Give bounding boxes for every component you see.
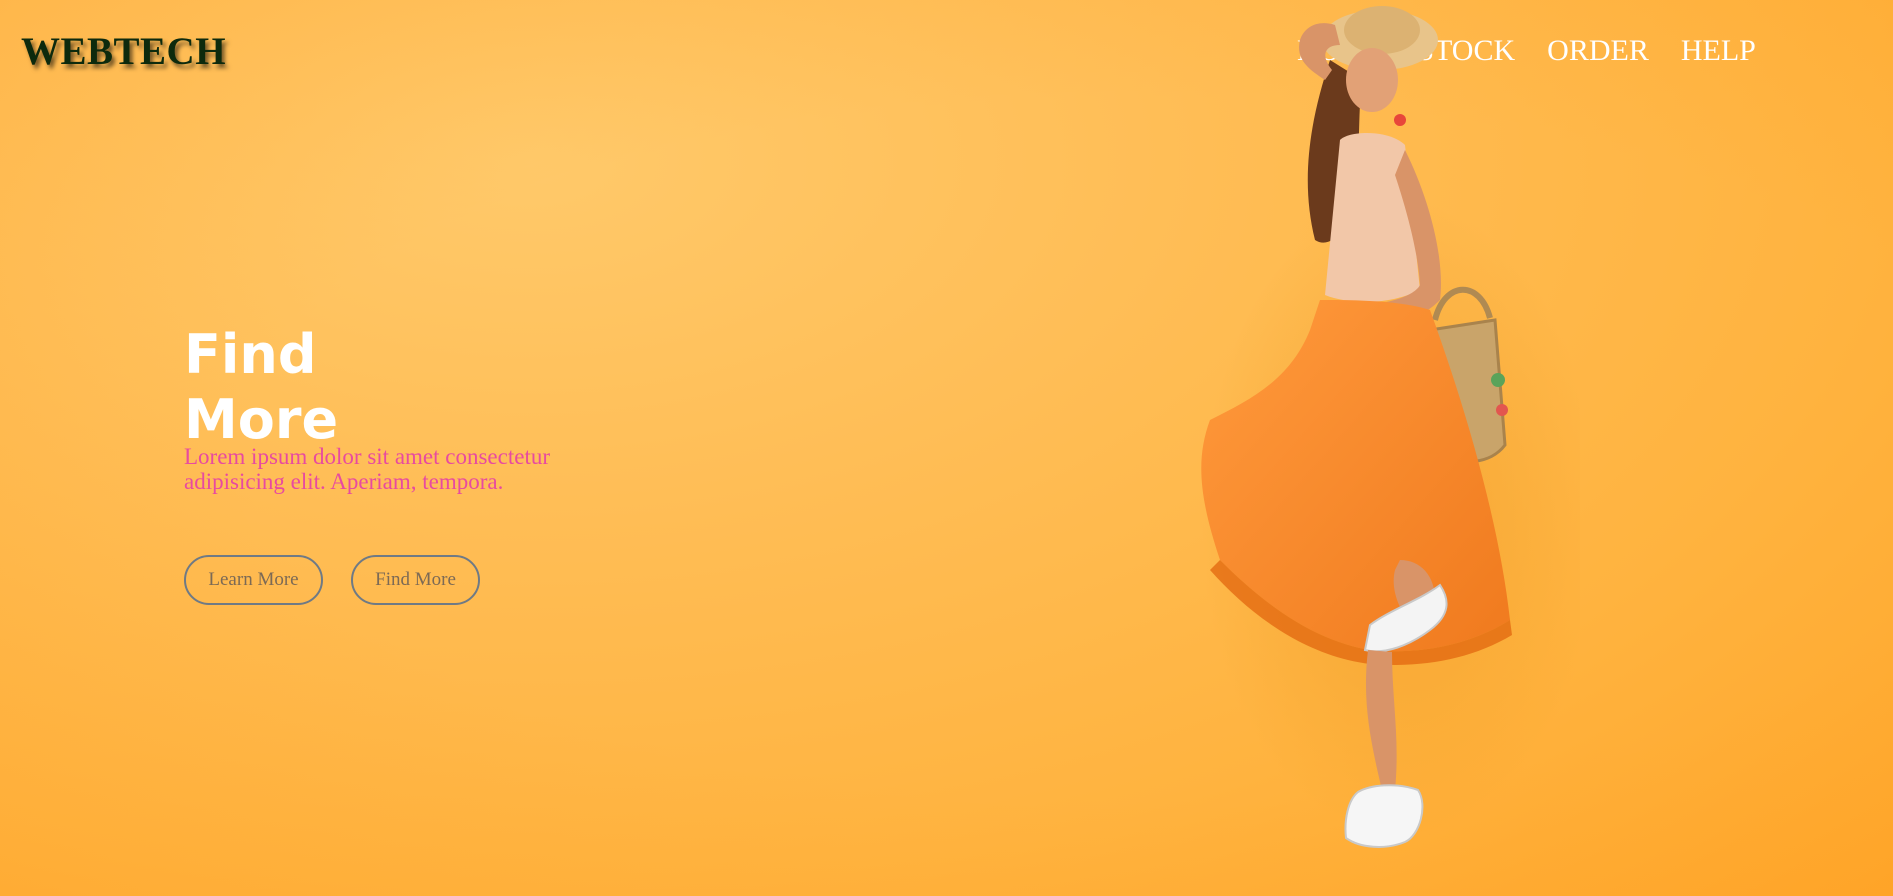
hero-title: Find More [184,322,338,452]
hero-title-line2: More [184,388,339,451]
site-logo[interactable]: WEBTECH [21,29,226,74]
find-more-button[interactable]: Find More [351,555,480,605]
learn-more-button[interactable]: Learn More [184,555,323,605]
nav-item-help[interactable]: HELP [1681,34,1756,68]
hero-description: Lorem ipsum dolor sit amet consectetur a… [184,444,550,494]
hero-title-line1: Find [184,323,317,386]
hero-figure-image [1200,6,1580,848]
